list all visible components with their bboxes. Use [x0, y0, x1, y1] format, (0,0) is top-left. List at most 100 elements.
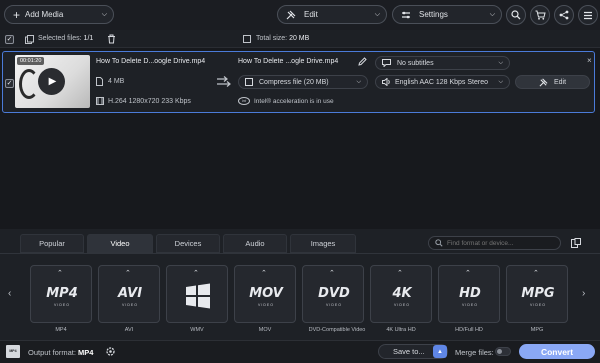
file-checkbox[interactable]: ✓	[5, 79, 14, 88]
format-card-hd[interactable]: ⌃ HD VIDEO	[438, 265, 500, 323]
tab-audio[interactable]: Audio	[223, 234, 287, 253]
remove-file-button[interactable]: ×	[587, 56, 592, 65]
toggle-knob	[497, 349, 502, 354]
scroll-right-button[interactable]: ›	[582, 288, 585, 299]
format-search-field[interactable]	[428, 236, 561, 250]
search-icon	[511, 10, 521, 20]
check-icon: ✓	[6, 80, 13, 87]
film-icon	[96, 97, 104, 105]
source-codec: H.264 1280x720 233 Kbps	[108, 98, 191, 105]
share-icon	[559, 10, 569, 20]
chevron-down-icon[interactable]: ⌵	[102, 11, 107, 19]
merge-files-toggle[interactable]	[495, 347, 511, 356]
subtitles-label: No subtitles	[397, 59, 434, 67]
chevron-up-icon: ⌃	[193, 270, 199, 277]
compress-dropdown[interactable]: Compress file (20 MB) ⌵	[238, 75, 368, 89]
video-thumbnail[interactable]: 00:01:20 ▶	[15, 55, 90, 108]
trash-icon[interactable]	[107, 34, 116, 44]
tab-label: Audio	[245, 239, 265, 248]
edit-label: Edit	[304, 10, 318, 19]
format-logo: DVD	[318, 286, 350, 301]
format-logo: MOV	[249, 286, 283, 301]
play-button[interactable]: ▶	[38, 68, 65, 95]
tab-label: Popular	[39, 239, 65, 248]
total-size-label: Total size:	[256, 35, 288, 42]
format-card-mp4[interactable]: ⌃ MP4 VIDEO	[30, 265, 92, 323]
format-card-mov[interactable]: ⌃ MOV VIDEO	[234, 265, 296, 323]
format-logo: MP4	[46, 286, 78, 301]
chevron-up-icon: ⌃	[533, 270, 539, 277]
format-logo-sub: VIDEO	[326, 303, 342, 307]
format-card-mpg[interactable]: ⌃ MPG VIDEO	[506, 265, 568, 323]
convert-button[interactable]: Convert	[519, 344, 595, 359]
cart-icon	[535, 10, 546, 20]
format-label: AVI	[124, 327, 134, 333]
audio-dropdown[interactable]: English AAC 128 Kbps Stereo ⌵	[375, 75, 510, 89]
windows-logo-icon	[186, 283, 210, 309]
sliders-icon	[402, 11, 410, 18]
source-file-name: How To Delete D...oogle Drive.mp4	[96, 58, 206, 65]
save-to-label: Save to...	[393, 347, 425, 356]
format-label: HD/Full HD	[455, 327, 483, 333]
chevron-down-icon: ⌵	[356, 78, 361, 85]
tab-label: Images	[310, 239, 336, 248]
format-logo-sub: VIDEO	[258, 303, 274, 307]
cart-button[interactable]	[530, 5, 550, 25]
share-button[interactable]	[554, 5, 574, 25]
tab-label: Devices	[174, 239, 202, 248]
subtitles-dropdown[interactable]: No subtitles ⌵	[375, 56, 510, 70]
format-logo-sub: VIDEO	[54, 303, 70, 307]
subtitles-icon	[382, 59, 391, 67]
convert-label: Convert	[540, 346, 574, 357]
compress-label: Compress file (20 MB)	[259, 78, 329, 86]
edit-file-button[interactable]: Edit	[515, 75, 590, 89]
tab-popular[interactable]: Popular	[20, 234, 84, 253]
device-detect-icon[interactable]	[571, 238, 581, 248]
format-label: MPG	[530, 327, 544, 333]
format-card-dvd[interactable]: ⌃ DVD VIDEO	[302, 265, 364, 323]
tools-icon	[539, 78, 548, 86]
format-label: MP4	[55, 327, 67, 333]
merge-files-text: Merge files:	[455, 348, 494, 357]
tab-devices[interactable]: Devices	[156, 234, 220, 253]
edit-button[interactable]: Edit ⌵	[277, 5, 387, 24]
format-logo-sub: VIDEO	[530, 303, 546, 307]
settings-button[interactable]: Settings ⌵	[392, 5, 502, 24]
format-logo-sub: VIDEO	[462, 303, 478, 307]
rename-pencil-icon[interactable]	[358, 57, 367, 66]
intel-icon: int	[238, 97, 250, 105]
format-card-4k[interactable]: ⌃ 4K VIDEO	[370, 265, 432, 323]
headphones-graphic	[19, 69, 39, 99]
tab-images[interactable]: Images	[290, 234, 356, 253]
format-logo: MPG	[521, 286, 555, 301]
intel-badge: int Intel® acceleration is in use	[238, 97, 334, 105]
format-label: MOV	[258, 327, 272, 333]
format-card-avi[interactable]: ⌃ AVI VIDEO	[98, 265, 160, 323]
selected-files-text: Selected files: 1/1	[38, 35, 93, 42]
chevron-up-icon: ⌃	[465, 270, 471, 277]
add-media-label: Add Media	[25, 10, 64, 19]
chevron-up-icon: ▲	[437, 348, 443, 355]
total-size-text: Total size: 20 MB	[256, 35, 309, 42]
format-search-input[interactable]	[447, 239, 557, 247]
output-format-icon: MP4	[6, 345, 20, 358]
intel-label: Intel® acceleration is in use	[254, 97, 334, 105]
add-media-button[interactable]: + Add Media ⌵	[4, 5, 114, 24]
format-card-wmv[interactable]: ⌃	[166, 265, 228, 323]
scroll-left-button[interactable]: ‹	[8, 288, 11, 299]
edit-file-label: Edit	[553, 78, 567, 86]
selected-files-label: Selected files:	[38, 35, 82, 42]
chevron-down-icon[interactable]: ⌵	[375, 11, 380, 19]
save-to-toggle[interactable]: ▲	[433, 345, 447, 358]
audio-label: English AAC 128 Kbps Stereo	[395, 78, 489, 86]
chevron-down-icon[interactable]: ⌵	[490, 11, 495, 19]
select-all-checkbox[interactable]: ✓	[5, 35, 14, 44]
tab-video[interactable]: Video	[87, 234, 153, 253]
search-button[interactable]	[506, 5, 526, 25]
tab-label: Video	[110, 239, 130, 248]
format-logo: AVI	[117, 286, 143, 301]
output-file-name: How To Delete ...ogle Drive.mp4	[238, 58, 339, 65]
source-file-size: 4 MB	[108, 78, 125, 85]
menu-button[interactable]	[578, 5, 598, 25]
gear-icon[interactable]	[105, 346, 116, 357]
